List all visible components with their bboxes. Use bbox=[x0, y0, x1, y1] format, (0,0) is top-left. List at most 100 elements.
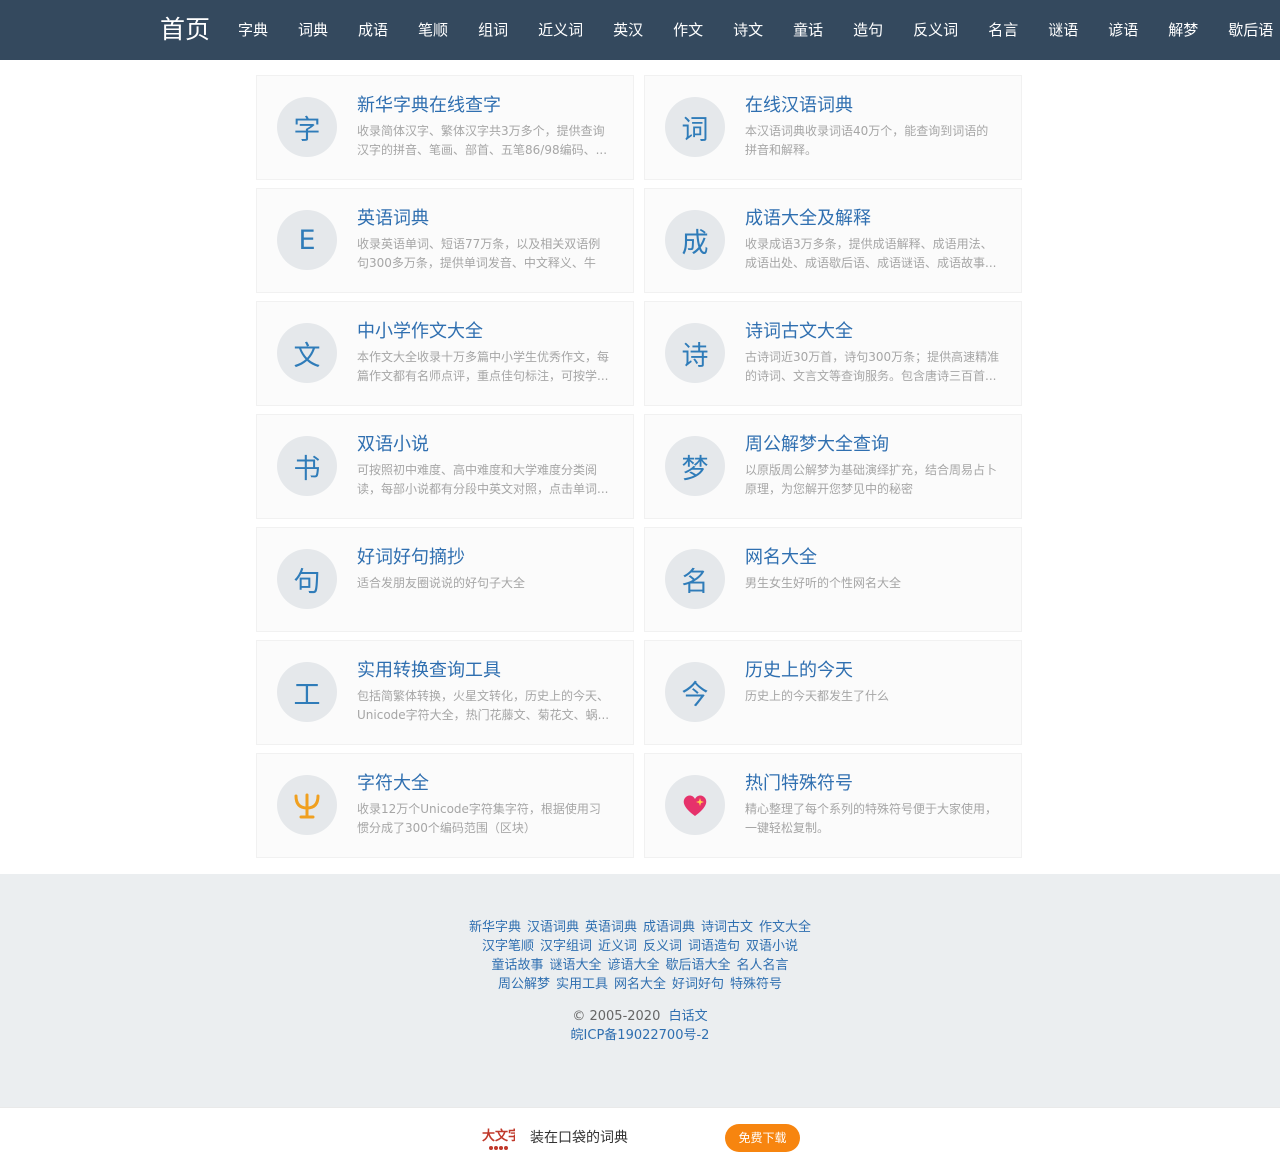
nav-item-2[interactable]: 成语 bbox=[343, 0, 403, 60]
footer: 新华字典 汉语词典 英语词典 成语词典 诗词古文 作文大全 汉字笔顺 汉字组词 近义词 反义词 词语… bbox=[0, 874, 1280, 1107]
free-download-button[interactable]: 免费下载 bbox=[725, 1124, 800, 1152]
feature-card-3[interactable]: 成成语大全及解释 收录成语3万多条，提供成语解释、成语用法、成语出处、成语歇后语、… bbox=[644, 188, 1022, 293]
footer-link[interactable]: 谚语大全 bbox=[607, 958, 659, 973]
feature-card-description: 精心整理了每个系列的特殊符号便于大家使用，一键轻松复制。 bbox=[745, 802, 998, 835]
nav-item-14[interactable]: 谚语 bbox=[1093, 0, 1153, 60]
feature-card-1[interactable]: 词在线汉语词典本汉语词典收录词语40万个，能查询到词语的拼音和解释。 bbox=[644, 75, 1022, 180]
feature-card-10[interactable]: 工实用转换查询工具 包括简繁体转换，火星文转化，历史上的今天、Unicode字符大… bbox=[256, 640, 634, 745]
footer-link[interactable]: 好词好句 bbox=[672, 977, 724, 992]
footer-link[interactable]: 反义词 bbox=[643, 939, 682, 954]
feature-card-title: 诗词古文大全 bbox=[745, 321, 853, 342]
feature-card-title: 实用转换查询工具 bbox=[357, 660, 501, 681]
top-navigation-bar: 首页 字典 词典 成语 笔顺 组词 近义词 英汉 作文 诗文 童话 造句 反义词 名言 谜语 谚语 解梦 歇后语 bbox=[0, 0, 1280, 60]
feature-card-7[interactable]: 梦周公解梦大全查询 以原版周公解梦为基础演绎扩充，结合周易占卜原理，为您解开您梦见… bbox=[644, 414, 1022, 519]
app-download-bar: 大文字 装在口袋的词典 免费下载 bbox=[0, 1107, 1280, 1167]
footer-link[interactable]: 近义词 bbox=[598, 939, 637, 954]
footer-link[interactable]: 英语词典 bbox=[585, 920, 637, 935]
footer-link[interactable]: 名人名言 bbox=[737, 958, 789, 973]
ming-char-icon: 名 bbox=[665, 549, 725, 609]
footer-link[interactable]: 童话故事 bbox=[491, 958, 543, 973]
footer-link-row: 童话故事 谜语大全 谚语大全 歇后语大全 名人名言 bbox=[0, 956, 1280, 975]
jin-char-icon: 今 bbox=[665, 662, 725, 722]
footer-link[interactable]: 词语造句 bbox=[688, 939, 740, 954]
feature-card-description: 收录成语3万多条，提供成语解释、成语用法、成语出处、成语歇后语、成语谜语、成语故… bbox=[745, 237, 997, 270]
nav-item-13[interactable]: 谜语 bbox=[1033, 0, 1093, 60]
nav-items: 字典 词典 成语 笔顺 组词 近义词 英汉 作文 诗文 童话 造句 反义词 名言 谜语 谚语 解梦 歇后语 bbox=[223, 0, 1280, 60]
nav-home-link[interactable]: 首页 bbox=[160, 12, 210, 48]
footer-link[interactable]: 网名大全 bbox=[614, 977, 666, 992]
letter-e-icon: E bbox=[277, 210, 337, 270]
footer-link[interactable]: 周公解梦 bbox=[498, 977, 550, 992]
feature-card-description: 本汉语词典收录词语40万个，能查询到词语的拼音和解释。 bbox=[745, 124, 989, 157]
nav-item-10[interactable]: 造句 bbox=[838, 0, 898, 60]
feature-card-title: 双语小说 bbox=[357, 434, 429, 455]
nav-item-3[interactable]: 笔顺 bbox=[403, 0, 463, 60]
svg-text:大文字: 大文字 bbox=[482, 1128, 515, 1144]
app-slogan: 装在口袋的词典 bbox=[530, 1130, 628, 1146]
footer-link[interactable]: 实用工具 bbox=[556, 977, 608, 992]
feature-card-8[interactable]: 句好词好句摘抄 适合发朋友圈说说的好句子大全 bbox=[256, 527, 634, 632]
feature-card-description: 男生女生好听的个性网名大全 bbox=[745, 576, 902, 590]
feature-card-description: 收录12万个Unicode字符集字符，根据使用习惯分成了300个编码范围（区块） bbox=[357, 802, 601, 835]
cheng-char-icon: 成 bbox=[665, 210, 725, 270]
nav-item-11[interactable]: 反义词 bbox=[898, 0, 973, 60]
feature-card-5[interactable]: 诗诗词古文大全古诗词近30万首，诗句300万条；提供高速精准的诗词、文言文等查询… bbox=[644, 301, 1022, 406]
feature-card-4[interactable]: 文中小学作文大全 本作文大全收录十万多篇中小学生优秀作文，每篇作文都有名师点评，重… bbox=[256, 301, 634, 406]
ci-char-icon: 词 bbox=[665, 97, 725, 157]
feature-card-13[interactable]: 热门特殊符号精心整理了每个系列的特殊符号便于大家使用，一键轻松复制。 bbox=[644, 753, 1022, 858]
wen-char-icon: 文 bbox=[277, 323, 337, 383]
copyright-text: © 2005-2020 bbox=[572, 1009, 661, 1024]
trident-icon bbox=[277, 775, 337, 835]
gong-char-icon: 工 bbox=[277, 662, 337, 722]
feature-card-6[interactable]: 书双语小说可按照初中难度、高中难度和大学难度分类阅读，每部小说都有分段中英文对照… bbox=[256, 414, 634, 519]
nav-item-15[interactable]: 解梦 bbox=[1153, 0, 1213, 60]
feature-card-title: 新华字典在线查字 bbox=[357, 95, 501, 116]
ju-char-icon: 句 bbox=[277, 549, 337, 609]
nav-item-7[interactable]: 作文 bbox=[658, 0, 718, 60]
feature-card-0[interactable]: 字新华字典在线查字 收录简体汉字、繁体汉字共3万多个，提供查询汉字的拼音、笔画、部… bbox=[256, 75, 634, 180]
nav-item-9[interactable]: 童话 bbox=[778, 0, 838, 60]
nav-item-5[interactable]: 近义词 bbox=[523, 0, 598, 60]
footer-link[interactable]: 双语小说 bbox=[746, 939, 798, 954]
footer-link[interactable]: 汉字组词 bbox=[540, 939, 592, 954]
footer-link[interactable]: 诗词古文 bbox=[701, 920, 753, 935]
footer-link[interactable]: 新华字典 bbox=[469, 920, 521, 935]
nav-item-0[interactable]: 字典 bbox=[223, 0, 283, 60]
feature-card-12[interactable]: 字符大全 收录12万个Unicode字符集字符，根据使用习惯分成了300个编码范围… bbox=[256, 753, 634, 858]
feature-card-description: 收录简体汉字、繁体汉字共3万多个，提供查询汉字的拼音、笔画、部首、五笔86/98… bbox=[357, 124, 608, 157]
site-name-link[interactable]: 白话文 bbox=[669, 1009, 708, 1024]
nav-item-8[interactable]: 诗文 bbox=[718, 0, 778, 60]
feature-card-description: 收录英语单词、短语77万条，以及相关双语例句300多万条，提供单词发音、中文释义… bbox=[357, 237, 601, 270]
icp-link[interactable]: 皖ICP备19022700号-2 bbox=[571, 1028, 710, 1043]
footer-link[interactable]: 汉语词典 bbox=[527, 920, 579, 935]
shu-char-icon: 书 bbox=[277, 436, 337, 496]
footer-link[interactable]: 成语词典 bbox=[643, 920, 695, 935]
feature-card-description: 可按照初中难度、高中难度和大学难度分类阅读，每部小说都有分段中英文对照，点击单词… bbox=[357, 463, 609, 496]
feature-card-2[interactable]: E 英语词典 收录英语单词、短语77万条，以及相关双语例句300多万条，提供单词发音… bbox=[256, 188, 634, 293]
feature-card-description: 以原版周公解梦为基础演绎扩充，结合周易占卜原理，为您解开您梦见中的秘密 bbox=[745, 463, 998, 496]
nav-item-6[interactable]: 英汉 bbox=[598, 0, 658, 60]
feature-card-title: 在线汉语词典 bbox=[745, 95, 853, 116]
footer-link[interactable]: 作文大全 bbox=[759, 920, 811, 935]
nav-item-12[interactable]: 名言 bbox=[973, 0, 1033, 60]
meng-char-icon: 梦 bbox=[665, 436, 725, 496]
footer-link[interactable]: 歇后语大全 bbox=[666, 958, 731, 973]
heart-sparkle-icon bbox=[665, 775, 725, 835]
feature-card-title: 热门特殊符号 bbox=[745, 773, 853, 794]
feature-card-title: 网名大全 bbox=[745, 547, 817, 568]
feature-card-11[interactable]: 今历史上的今天 历史上的今天都发生了什么 bbox=[644, 640, 1022, 745]
app-logo-icon: 大文字 bbox=[482, 1128, 515, 1150]
nav-item-4[interactable]: 组词 bbox=[463, 0, 523, 60]
nav-item-16[interactable]: 歇后语 bbox=[1213, 0, 1280, 60]
feature-card-description: 历史上的今天都发生了什么 bbox=[745, 689, 890, 703]
feature-card-9[interactable]: 名网名大全男生女生好听的个性网名大全 bbox=[644, 527, 1022, 632]
footer-link-row: 新华字典 汉语词典 英语词典 成语词典 诗词古文 作文大全 bbox=[0, 918, 1280, 937]
footer-link[interactable]: 特殊符号 bbox=[730, 977, 782, 992]
footer-copyright: © 2005-2020 白话文 皖ICP备19022700号-2 bbox=[0, 1007, 1280, 1045]
footer-link-row: 汉字笔顺 汉字组词 近义词 反义词 词语造句 双语小说 bbox=[0, 937, 1280, 956]
feature-card-description: 古诗词近30万首，诗句300万条；提供高速精准的诗词、文言文等查询服务。包含唐诗… bbox=[745, 350, 1000, 383]
footer-link[interactable]: 谜语大全 bbox=[549, 958, 601, 973]
nav-item-1[interactable]: 词典 bbox=[283, 0, 343, 60]
footer-link[interactable]: 汉字笔顺 bbox=[482, 939, 534, 954]
shi-char-icon: 诗 bbox=[665, 323, 725, 383]
